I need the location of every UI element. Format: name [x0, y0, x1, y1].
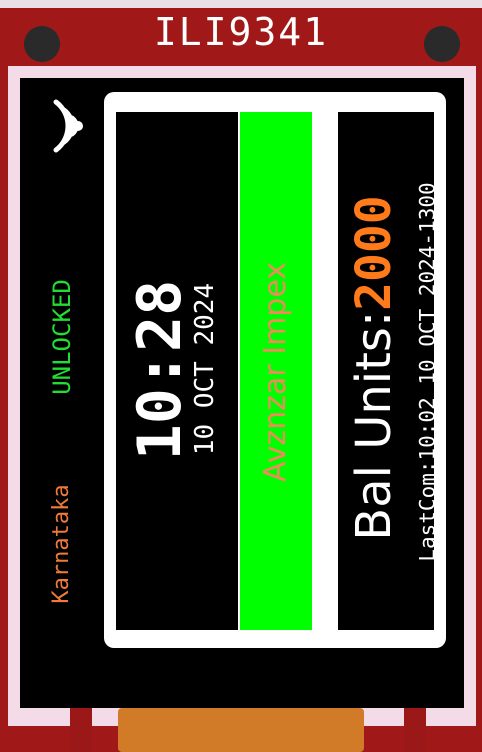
lock-status: UNLOCKED — [48, 279, 76, 395]
company-name: Avznzar Impex — [258, 261, 293, 483]
mounting-hole-right — [424, 26, 460, 62]
balance-value: 2000 — [346, 195, 402, 311]
balance-label: Bal Units: — [346, 310, 402, 541]
last-comm: LastCom:10:02 10 OCT 2024-1300 — [415, 182, 440, 562]
wifi-icon — [53, 99, 83, 153]
clock-date: 10 OCT 2024 — [190, 282, 220, 456]
flex-cable — [118, 708, 364, 752]
bezel-foot-left — [70, 708, 92, 752]
board-title: ILI9341 — [153, 10, 329, 54]
balance-units: Bal Units:2000 — [346, 195, 402, 540]
bezel-foot-right — [404, 708, 426, 752]
mounting-hole-left — [24, 26, 60, 62]
clock-time: 10:28 — [125, 279, 195, 461]
region-label: Karnataka — [49, 484, 74, 604]
